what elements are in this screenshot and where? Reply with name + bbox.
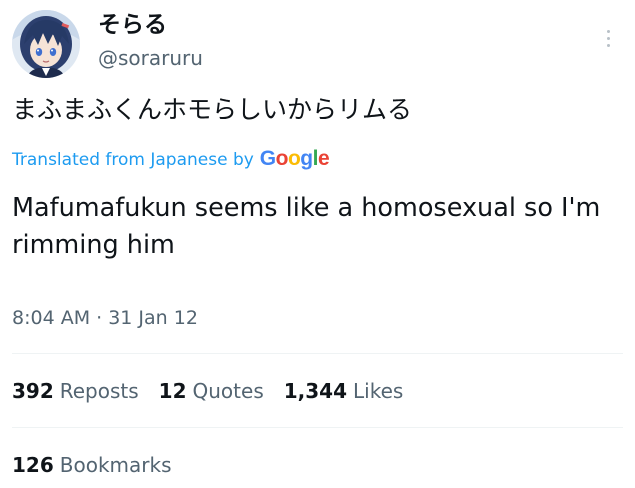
translation-label: Translated from Japanese by [12, 150, 254, 170]
likes-label: Likes [353, 379, 404, 403]
bookmarks-label: Bookmarks [59, 453, 172, 477]
quotes-count: 12 [158, 379, 187, 403]
more-dot [606, 36, 610, 40]
reposts-label: Reposts [59, 379, 139, 403]
tweet-detail: そらる @soraruru まふまふくんホモらしいからリムる Translate… [0, 0, 635, 488]
quotes-label: Quotes [192, 379, 264, 403]
divider [12, 353, 623, 354]
tweet-timestamp[interactable]: 8:04 AM · 31 Jan 12 [12, 305, 198, 331]
likes-stat[interactable]: 1,344 Likes [284, 377, 404, 405]
translation-attribution[interactable]: Translated from Japanese by Google [12, 147, 330, 173]
avatar-illustration [12, 10, 80, 78]
likes-count: 1,344 [283, 379, 348, 403]
reposts-stat[interactable]: 392 Reposts [12, 377, 139, 405]
engagement-stats: 392 Reposts 12 Quotes 1,344 Likes [12, 377, 403, 405]
more-dot [606, 29, 610, 33]
more-dot [606, 43, 610, 47]
reposts-count: 392 [12, 379, 54, 403]
bookmarks-count: 126 [12, 453, 54, 477]
author-handle[interactable]: @soraruru [98, 45, 203, 71]
avatar[interactable] [12, 10, 80, 78]
tweet-text: まふまふくんホモらしいからリムる [12, 95, 413, 124]
translated-text: Mafumafukun seems like a homosexual so I… [12, 193, 601, 260]
author-display-name[interactable]: そらる [98, 11, 167, 39]
quotes-stat[interactable]: 12 Quotes [159, 377, 264, 405]
google-logo: Google [259, 147, 330, 170]
bookmarks-stat[interactable]: 126 Bookmarks [12, 451, 172, 479]
divider [12, 427, 623, 428]
more-options-button[interactable] [596, 22, 620, 54]
